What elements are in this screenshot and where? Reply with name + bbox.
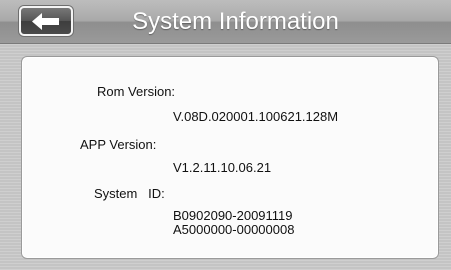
rom-version-value: V.08D.020001.100621.128M	[173, 109, 339, 124]
rom-version-label: Rom Version:	[97, 84, 176, 99]
info-panel: Rom Version: V.08D.020001.100621.128M AP…	[21, 56, 439, 259]
system-id-line1: B0902090-20091119	[173, 208, 293, 223]
system-id-label: System ID:	[94, 186, 165, 201]
back-button[interactable]	[19, 6, 73, 36]
title-bar: System Information	[0, 0, 451, 44]
system-id-line2: A5000000-00000008	[173, 222, 295, 237]
back-arrow-icon	[32, 13, 59, 30]
page-title: System Information	[132, 8, 339, 35]
app-version-label: APP Version:	[80, 137, 157, 152]
app-version-value: V1.2.11.10.06.21	[173, 160, 272, 175]
